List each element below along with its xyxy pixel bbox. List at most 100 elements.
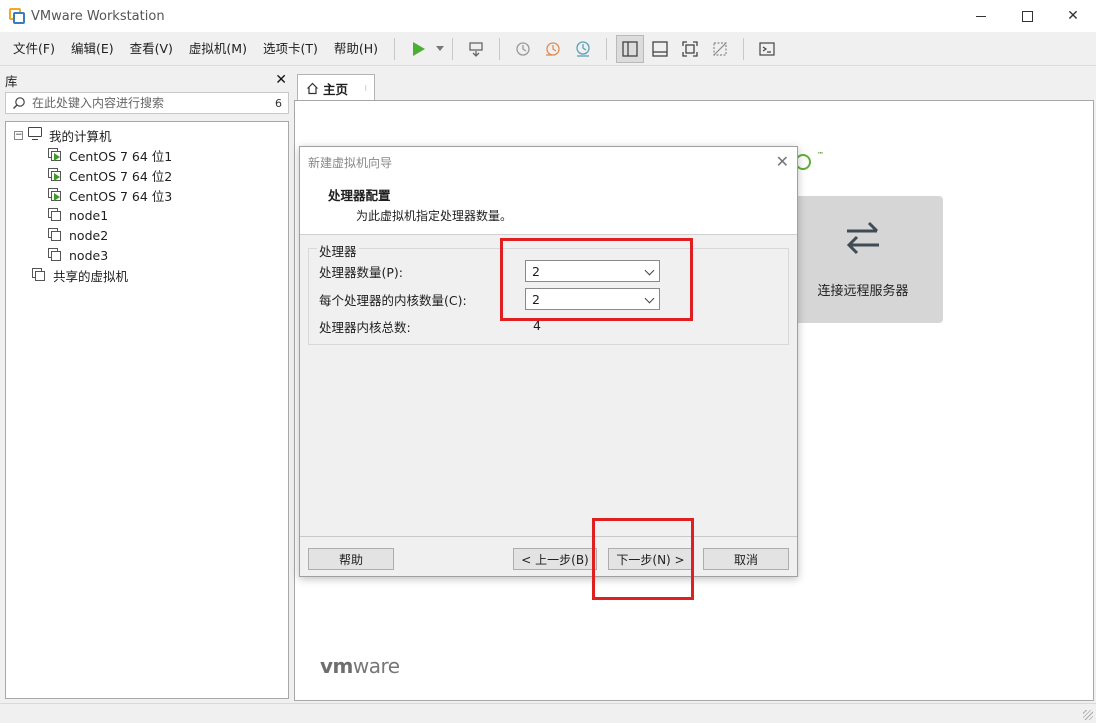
snapshot-manager-button[interactable]: [569, 35, 597, 63]
keyboard-icon: [469, 41, 483, 57]
menu-view[interactable]: 查看(V): [122, 32, 181, 66]
clock-icon: [516, 41, 530, 56]
close-library-button[interactable]: ✕: [275, 72, 287, 88]
tree-item-label: node1: [69, 207, 109, 223]
vmware-wordmark: vmware: [320, 654, 400, 678]
dialog-heading: 处理器配置: [328, 188, 391, 203]
play-icon: [404, 35, 432, 63]
maximize-button[interactable]: [1004, 0, 1050, 32]
library-tree: − 我的计算机 CentOS 7 64 位1 CentOS 7 64 位2 Ce…: [5, 121, 289, 699]
dialog-close-button[interactable]: ✕: [776, 152, 789, 171]
highlight-box-processor-settings: [500, 238, 693, 321]
window-title: VMware Workstation: [31, 8, 165, 24]
computer-icon: [28, 127, 42, 140]
search-icon: [13, 97, 25, 109]
tree-item-my-computer[interactable]: − 我的计算机: [6, 125, 288, 145]
menu-vm[interactable]: 虚拟机(M): [181, 32, 255, 66]
chevron-down-icon[interactable]: [436, 46, 445, 51]
tree-item-label: CentOS 7 64 位3: [69, 188, 173, 204]
revert-snapshot-button[interactable]: [539, 35, 567, 63]
home-icon: [307, 82, 318, 95]
minimize-button[interactable]: [958, 0, 1004, 32]
close-window-button[interactable]: ✕: [1050, 0, 1096, 32]
resize-grip-icon[interactable]: [1083, 710, 1093, 720]
vmware-logo-icon: [9, 8, 25, 24]
tree-item-label: node2: [69, 227, 109, 243]
dialog-subheading: 为此虚拟机指定处理器数量。: [356, 209, 513, 223]
menu-edit[interactable]: 编辑(E): [63, 32, 122, 66]
new-vm-wizard-dialog: 新建虚拟机向导 ✕ 处理器配置 为此虚拟机指定处理器数量。 处理器 处理器数量(…: [299, 146, 798, 577]
vm-icon: [48, 228, 61, 241]
power-on-button[interactable]: [403, 35, 445, 63]
show-thumbnail-bar-button[interactable]: [646, 35, 674, 63]
tab-home[interactable]: 主页 ⁝: [297, 74, 375, 102]
dialog-divider: [300, 536, 797, 537]
snapshot-button[interactable]: [509, 35, 537, 63]
tree-item-vm[interactable]: CentOS 7 64 位1: [6, 145, 288, 165]
library-title: 库: [5, 73, 18, 89]
tree-item-label: 我的计算机: [49, 128, 112, 144]
vm-running-icon: [48, 168, 61, 181]
search-count-badge: 6: [275, 96, 282, 110]
unity-button[interactable]: [706, 35, 734, 63]
highlight-box-next-button: [592, 518, 694, 600]
title-bar: VMware Workstation ✕: [0, 0, 1096, 32]
menu-file[interactable]: 文件(F): [5, 32, 63, 66]
dialog-header: 处理器配置 为此虚拟机指定处理器数量。: [300, 177, 797, 235]
sidebar-layout-icon: [622, 40, 638, 57]
vm-icon: [48, 248, 61, 261]
help-button[interactable]: 帮助: [308, 548, 394, 570]
tree-item-vm[interactable]: CentOS 7 64 位3: [6, 185, 288, 205]
menu-tabs[interactable]: 选项卡(T): [255, 32, 326, 66]
tree-item-vm[interactable]: node1: [6, 205, 288, 225]
cancel-button[interactable]: 取消: [703, 548, 789, 570]
bottom-bar-layout-icon: [652, 40, 668, 57]
back-button[interactable]: < 上一步(B): [513, 548, 597, 570]
revert-clock-icon: [546, 41, 560, 56]
processor-count-label: 处理器数量(P):: [319, 264, 404, 280]
status-bar: [0, 703, 1096, 723]
connect-remote-server-label: 连接远程服务器: [817, 284, 909, 299]
vm-running-icon: [48, 148, 61, 161]
toolbar-divider: [452, 37, 454, 60]
tab-strip: 主页 ⁝: [294, 70, 1096, 102]
cores-per-processor-label: 每个处理器的内核数量(C):: [319, 292, 467, 308]
tree-item-label: node3: [69, 247, 109, 263]
trademark-mark: ™: [817, 151, 824, 159]
tree-item-vm[interactable]: node2: [6, 225, 288, 245]
tree-item-label: 共享的虚拟机: [53, 268, 129, 284]
tree-item-shared-vms[interactable]: 共享的虚拟机: [6, 265, 288, 285]
tree-item-label: CentOS 7 64 位1: [69, 148, 173, 164]
vm-running-icon: [48, 188, 61, 201]
tree-item-label: CentOS 7 64 位2: [69, 168, 173, 184]
vm-icon: [48, 208, 61, 221]
toolbar-divider: [743, 37, 745, 60]
search-input[interactable]: [32, 96, 275, 110]
swap-arrows-icon: [846, 221, 879, 255]
send-keys-button[interactable]: [462, 35, 490, 63]
tab-home-label: 主页: [323, 82, 349, 97]
menu-help[interactable]: 帮助(H): [326, 32, 386, 66]
full-screen-button[interactable]: [676, 35, 704, 63]
dialog-title-bar: 新建虚拟机向导 ✕: [300, 147, 797, 177]
processor-group-title: 处理器: [317, 241, 359, 260]
toolbar-divider: [606, 37, 608, 60]
fullscreen-icon: [682, 40, 698, 57]
toolbar-divider: [499, 37, 501, 60]
tree-item-vm[interactable]: node3: [6, 245, 288, 265]
tab-close-icon[interactable]: ⁝: [364, 84, 367, 93]
library-search: 6: [5, 92, 289, 114]
connect-remote-server-button[interactable]: 连接远程服务器: [783, 196, 943, 323]
shared-vms-icon: [32, 268, 45, 281]
tree-item-vm[interactable]: CentOS 7 64 位2: [6, 165, 288, 185]
library-header: 库 ✕: [0, 70, 292, 90]
unity-icon: [713, 41, 727, 56]
menu-bar: 文件(F) 编辑(E) 查看(V) 虚拟机(M) 选项卡(T) 帮助(H): [0, 32, 1096, 66]
terminal-icon: [759, 41, 775, 56]
total-cores-label: 处理器内核总数:: [319, 319, 411, 335]
collapse-toggle-icon[interactable]: −: [14, 130, 23, 140]
dialog-title: 新建虚拟机向导: [308, 155, 393, 170]
console-view-button[interactable]: [753, 35, 781, 63]
manage-clock-icon: [576, 40, 590, 57]
show-library-button[interactable]: [616, 34, 645, 63]
